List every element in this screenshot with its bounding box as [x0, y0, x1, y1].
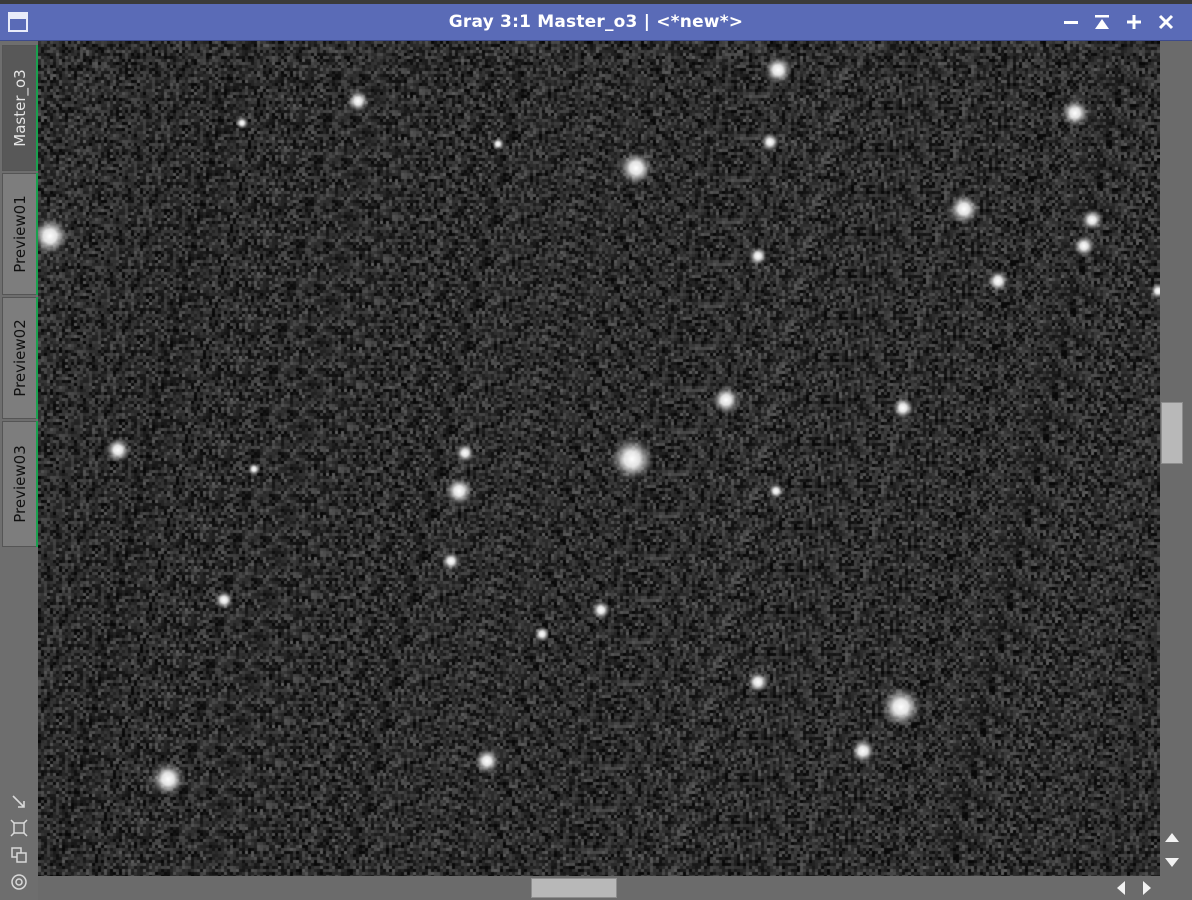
clone-view-icon[interactable]	[9, 845, 29, 865]
tab-preview02[interactable]: Preview02	[2, 297, 36, 419]
tab-preview01[interactable]: Preview01	[2, 173, 36, 295]
scroll-right-arrow-icon[interactable]	[1139, 880, 1155, 896]
target-icon[interactable]	[9, 872, 29, 892]
maximize-icon[interactable]	[1122, 10, 1146, 34]
close-icon[interactable]	[1154, 10, 1178, 34]
tab-label: Master_o3	[10, 69, 29, 147]
shade-icon[interactable]	[1090, 10, 1114, 34]
zoom-to-fit-icon[interactable]	[9, 792, 29, 812]
tab-label: Preview03	[10, 445, 29, 523]
minimize-icon[interactable]	[1059, 10, 1083, 34]
tab-preview03[interactable]: Preview03	[2, 421, 36, 547]
window-title: Gray 3:1 Master_o3 | <*new*>	[448, 12, 744, 32]
tab-label: Preview02	[10, 319, 29, 397]
title-bar[interactable]: Gray 3:1 Master_o3 | <*new*>	[0, 4, 1192, 41]
scroll-left-arrow-icon[interactable]	[1113, 880, 1129, 896]
image-viewport[interactable]	[38, 41, 1160, 876]
tab-master-o3[interactable]: Master_o3	[2, 45, 36, 171]
horizontal-scroll-thumb[interactable]	[531, 878, 617, 898]
scroll-down-arrow-icon[interactable]	[1164, 854, 1180, 870]
view-side-panel: Master_o3 Preview01 Preview02 Preview03	[0, 41, 38, 900]
vertical-scroll-thumb[interactable]	[1161, 402, 1183, 464]
fit-view-icon[interactable]	[9, 818, 29, 838]
scroll-up-arrow-icon[interactable]	[1164, 830, 1180, 846]
tab-label: Preview01	[10, 195, 29, 273]
star-field-image	[38, 41, 1160, 876]
